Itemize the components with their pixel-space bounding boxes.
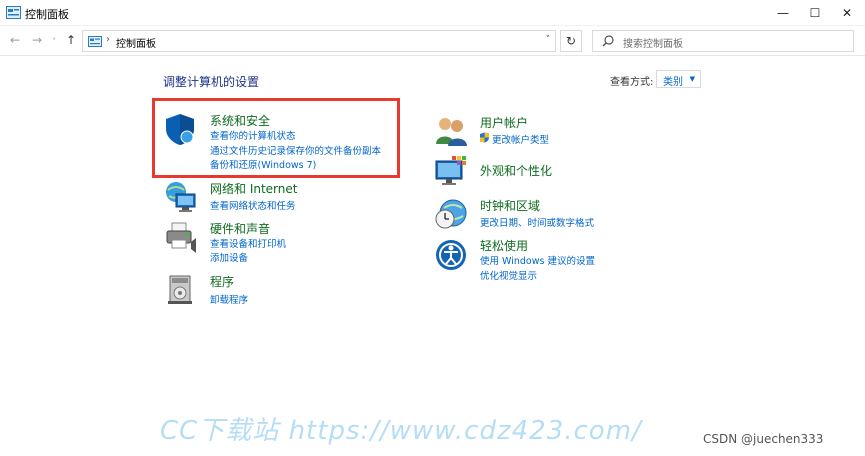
link-devices-printers[interactable]: 查看设备和打印机 [210,236,286,250]
navigation-bar: ← → ˅ ↑ › 控制面板 ˅ ↻ 搜索控制面板 [0,26,865,56]
view-by-value: 类别 [663,77,683,88]
clock-globe-icon [435,199,467,229]
refresh-button[interactable]: ↻ [560,30,582,52]
category-programs[interactable]: 程序 [210,273,234,290]
title-bar: 控制面板 — ☐ ✕ [0,0,865,26]
link-change-account-type[interactable]: 更改帐户类型 [492,132,549,146]
link-change-date-time-format[interactable]: 更改日期、时间或数字格式 [480,215,594,229]
watermark-text: CC下载站 https://www.cdz423.com/ [160,416,642,446]
address-bar[interactable]: › 控制面板 ˅ [82,30,556,52]
forward-button[interactable]: → [32,33,42,47]
chevron-down-icon[interactable]: ˅ [546,35,551,45]
maximize-icon: ☐ [809,6,821,20]
category-network-internet[interactable]: 网络和 Internet [210,180,297,197]
view-by-dropdown[interactable]: 类别 ▼ [656,70,701,88]
search-input[interactable]: 搜索控制面板 [592,30,854,52]
search-icon [602,35,614,47]
minimize-icon: — [777,6,789,20]
window-title: 控制面板 [25,8,69,21]
link-optimize-visual-display[interactable]: 优化视觉显示 [480,268,537,282]
dropdown-arrow-icon: ▼ [689,75,695,83]
link-add-device[interactable]: 添加设备 [210,250,248,264]
page-title: 调整计算机的设置 [163,75,260,89]
control-panel-icon [88,36,102,47]
printer-icon [166,222,196,253]
category-clock-region[interactable]: 时钟和区域 [480,197,540,214]
link-uninstall-program[interactable]: 卸载程序 [210,292,248,306]
link-network-status[interactable]: 查看网络状态和任务 [210,198,296,212]
link-windows-suggested-settings[interactable]: 使用 Windows 建议的设置 [480,253,595,267]
breadcrumb-control-panel[interactable]: 控制面板 [116,35,156,50]
close-icon: ✕ [841,6,853,20]
refresh-icon: ↻ [565,34,577,48]
category-ease-of-access[interactable]: 轻松使用 [480,237,528,254]
back-button[interactable]: ← [10,33,20,47]
ease-of-access-icon [436,240,466,270]
category-user-accounts[interactable]: 用户帐户 [480,114,528,131]
close-button[interactable]: ✕ [831,0,863,26]
minimize-button[interactable]: — [767,0,799,26]
recent-locations-button[interactable]: ˅ [52,35,56,49]
category-appearance-personalization[interactable]: 外观和个性化 [480,162,552,179]
network-globe-icon [166,182,196,212]
monitor-palette-icon [435,156,466,185]
programs-icon [168,275,192,304]
up-button[interactable]: ↑ [66,33,76,47]
credit-text: CSDN @juechen333 [703,432,824,446]
maximize-button[interactable]: ☐ [799,0,831,26]
control-panel-icon [6,6,21,19]
users-icon [436,118,467,146]
search-placeholder: 搜索控制面板 [623,39,683,50]
breadcrumb-separator: › [106,34,110,45]
highlight-box [152,98,400,178]
category-hardware-sound[interactable]: 硬件和声音 [210,220,270,237]
view-by-label: 查看方式: [610,77,654,88]
uac-shield-icon [480,132,489,143]
